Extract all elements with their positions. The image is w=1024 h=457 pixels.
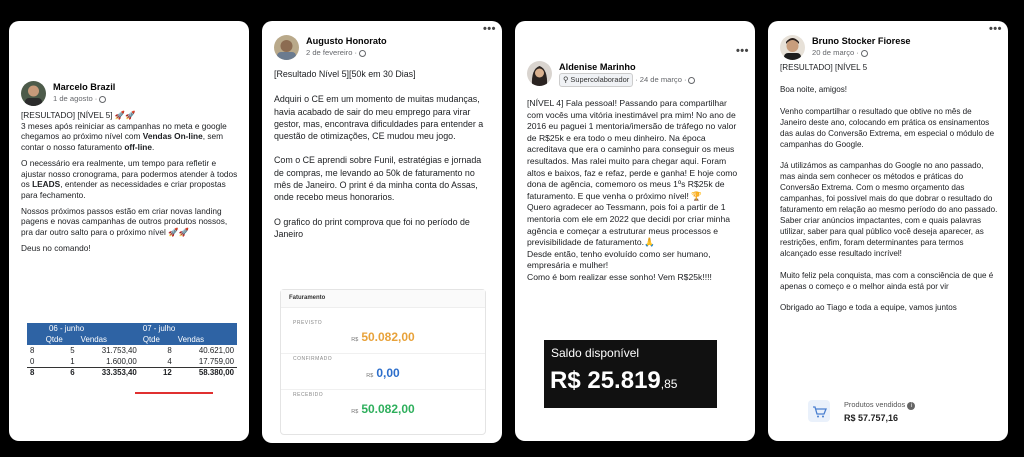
post-card-2: Augusto Honorato 2 de fevereiro · ••• [Re… [262, 21, 502, 443]
products-sold-widget: Produtos vendidos i R$ 57.757,16 [808, 394, 983, 428]
table-row: 8 5 31.753,40 8 40.621,00 [30, 346, 234, 355]
post-title: [RESULTADO] [NÍVEL 5] 🚀🚀 [21, 110, 136, 120]
post-date[interactable]: 1 de agosto [53, 93, 93, 105]
globe-icon [358, 49, 366, 57]
post-body: [Resultado Nível 5][50k em 30 Dias] Adqu… [274, 68, 492, 245]
avatar[interactable] [21, 81, 46, 106]
post-card-3: Aldenise Marinho ⚲ Supercolaborador · 24 d… [515, 21, 755, 441]
balance-box: Saldo disponível R$ 25.819,85 [544, 340, 717, 408]
post-body: [NÍVEL 4] Fala pessoal! Passando para co… [527, 98, 738, 282]
post-date[interactable]: 20 de março [812, 47, 854, 59]
author-name[interactable]: Marcelo Brazil [53, 81, 115, 93]
month-header: 06 - junho [27, 323, 140, 334]
shopping-cart-icon [808, 400, 830, 422]
avatar[interactable] [780, 35, 805, 60]
post-date[interactable]: 24 de março [640, 74, 682, 86]
more-options-icon[interactable]: ••• [736, 45, 749, 57]
post-body: [RESULTADO] [NÍVEL 5] 🚀🚀 3 meses após re… [21, 110, 238, 253]
globe-icon [860, 49, 868, 57]
avatar[interactable] [274, 35, 299, 60]
table-row-total: 8 6 33.353,40 12 58.380,00 [27, 366, 237, 378]
post-date[interactable]: 2 de fevereiro [306, 47, 352, 59]
table-row: 0 1 1.600,00 4 17.759,00 [30, 356, 234, 366]
billing-row: RECEBIDO R$ 50.082,00 [293, 392, 415, 416]
info-icon[interactable]: i [907, 401, 916, 410]
post-card-4: Bruno Stocker Fiorese 20 de março · ••• [… [768, 21, 1008, 441]
month-header: 07 - julho [139, 323, 237, 334]
total-underline [135, 392, 213, 394]
billing-panel: Faturamento PREVISTO R$ 50.082,00 CONFIRM… [280, 289, 486, 435]
balance-value: R$ 25.819,85 [550, 367, 678, 394]
products-sold-value: R$ 57.757,16 [844, 412, 899, 423]
more-options-icon[interactable]: ••• [483, 23, 496, 35]
globe-icon [688, 76, 696, 84]
author-name[interactable]: Bruno Stocker Fiorese [812, 35, 911, 47]
avatar[interactable] [527, 61, 552, 86]
post-title: [RESULTADO] [NÍVEL 5 [780, 63, 868, 72]
sales-table: 06 - junho 07 - julho Qtde Vendas Qtde V… [27, 323, 237, 378]
panel-title: Faturamento [281, 290, 485, 308]
post-body: [RESULTADO] [NÍVEL 5 Boa noite, amigos! … [780, 63, 998, 313]
post-title: [Resultado Nível 5][50k em 30 Dias] [274, 69, 416, 79]
author-name[interactable]: Aldenise Marinho [559, 61, 695, 73]
post-card-1: Marcelo Brazil 1 de agosto · [RESULTADO] … [9, 21, 249, 441]
billing-row: PREVISTO R$ 50.082,00 [281, 316, 485, 354]
balance-label: Saldo disponível [551, 346, 640, 360]
billing-row: CONFIRMADO R$ 0,00 [281, 352, 485, 390]
badge-icon: ⚲ [563, 75, 569, 84]
author-name[interactable]: Augusto Honorato [306, 35, 387, 47]
globe-icon [99, 95, 107, 103]
products-sold-label: Produtos vendidos [844, 399, 906, 409]
supercollaborator-badge[interactable]: ⚲ Supercolaborador [559, 73, 634, 87]
more-options-icon[interactable]: ••• [989, 23, 1002, 35]
